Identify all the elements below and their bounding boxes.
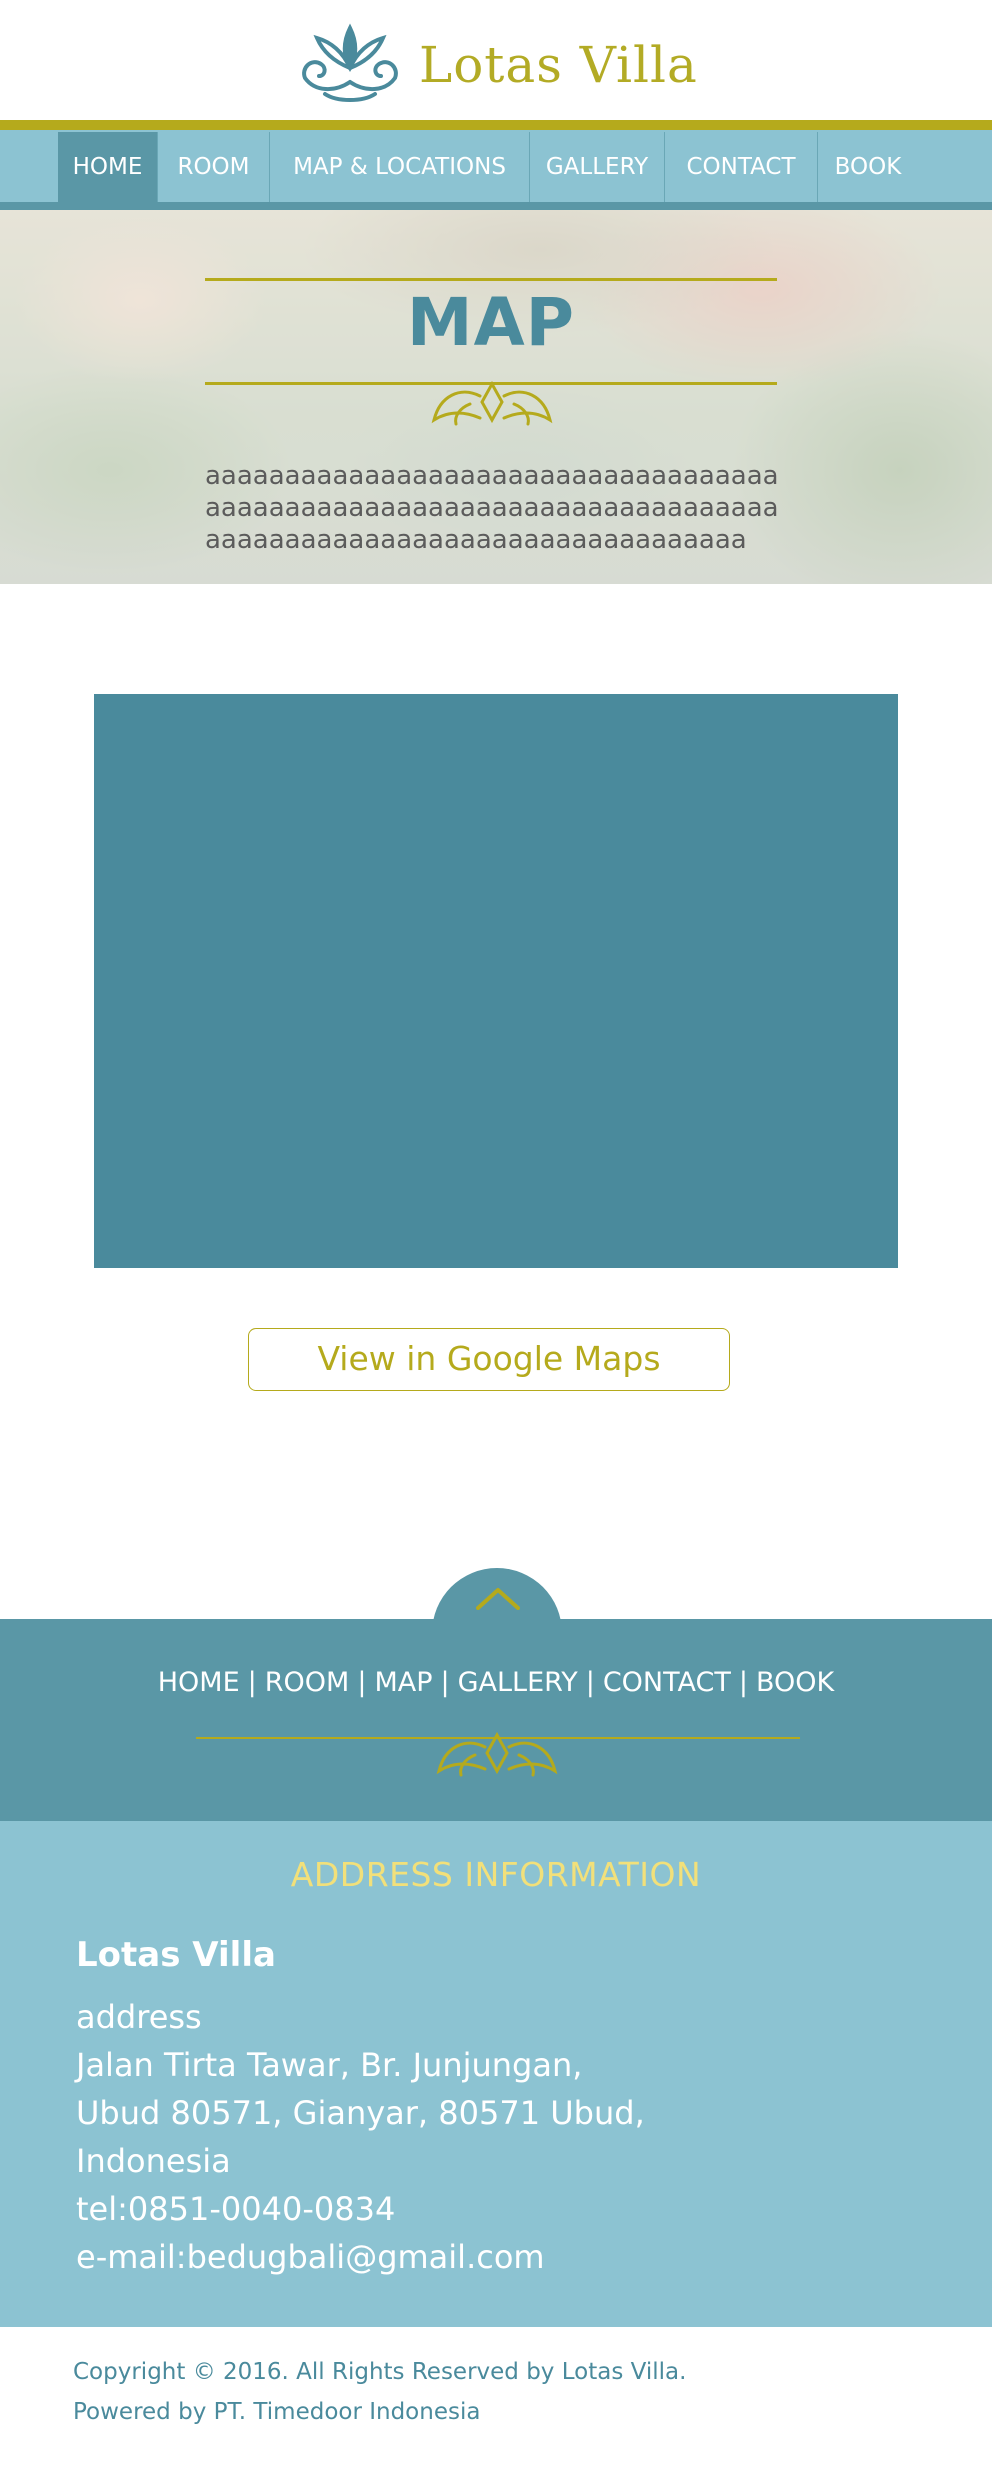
page-title: MAP [406, 284, 576, 361]
lotus-icon [302, 23, 398, 102]
nav-item-map-locations[interactable]: MAP & LOCATIONS [270, 132, 530, 202]
ornament-icon [431, 380, 553, 426]
site-header: Lotas Villa [0, 0, 992, 120]
footer-link-home[interactable]: HOME [158, 1667, 240, 1698]
chevron-up-icon[interactable] [476, 1586, 520, 1610]
address-details: address Jalan Tirta Tawar, Br. Junjungan… [76, 1993, 776, 2281]
copyright-text: Copyright © 2016. All Rights Reserved by… [73, 2359, 687, 2385]
footer-link-contact[interactable]: CONTACT [603, 1667, 731, 1698]
address-section: ADDRESS INFORMATION Lotas Villa address … [0, 1821, 992, 2327]
address-country: Indonesia [76, 2142, 231, 2180]
copyright-section: Copyright © 2016. All Rights Reserved by… [0, 2327, 992, 2486]
header-divider [0, 120, 992, 130]
address-street: Jalan Tirta Tawar, Br. Junjungan, [76, 2046, 583, 2084]
footer-separator: | [585, 1667, 595, 1698]
footer-separator: | [440, 1667, 450, 1698]
footer-nav-links: HOME | ROOM | MAP | GALLERY | CONTACT | BOOK [0, 1667, 992, 1698]
footer-link-room[interactable]: ROOM [265, 1667, 350, 1698]
ornament-icon [436, 1731, 558, 1777]
footer-link-map[interactable]: MAP [374, 1667, 432, 1698]
footer-separator: | [738, 1667, 748, 1698]
powered-by-text: Powered by PT. Timedoor Indonesia [73, 2399, 481, 2425]
footer-link-book[interactable]: BOOK [756, 1667, 834, 1698]
main-nav: HOME ROOM MAP & LOCATIONS GALLERY CONTAC… [0, 130, 992, 202]
hero-description: aaaaaaaaaaaaaaaaaaaaaaaaaaaaaaaaaaaaaaaa… [205, 461, 779, 555]
nav-bottom-bar [0, 202, 992, 210]
hero-divider-top [205, 278, 777, 281]
map-embed[interactable] [94, 694, 898, 1268]
view-google-maps-button[interactable]: View in Google Maps [248, 1328, 730, 1391]
address-phone[interactable]: tel:0851-0040-0834 [76, 2185, 776, 2233]
site-logo[interactable]: Lotas Villa [295, 22, 698, 108]
address-email[interactable]: e-mail:bedugbali@gmail.com [76, 2233, 776, 2281]
logo-text: Lotas Villa [419, 36, 698, 94]
nav-item-book[interactable]: BOOK [818, 132, 918, 202]
footer-nav: HOME | ROOM | MAP | GALLERY | CONTACT | BOOK [0, 1619, 992, 1821]
address-villa-name: Lotas Villa [76, 1935, 276, 1975]
nav-item-home[interactable]: HOME [58, 132, 158, 202]
address-title: ADDRESS INFORMATION [290, 1855, 702, 1894]
footer-separator: | [247, 1667, 257, 1698]
address-label: address [76, 1998, 202, 2036]
nav-item-gallery[interactable]: GALLERY [530, 132, 665, 202]
nav-item-room[interactable]: ROOM [158, 132, 270, 202]
footer-link-gallery[interactable]: GALLERY [458, 1667, 578, 1698]
hero-banner: MAP aaaaaaaaaaaaaaaaaaaaaaaaaaaaaaaaaaaa… [0, 210, 992, 584]
nav-item-contact[interactable]: CONTACT [665, 132, 818, 202]
footer-separator: | [357, 1667, 367, 1698]
address-city: Ubud 80571, Gianyar, 80571 Ubud, [76, 2094, 645, 2132]
